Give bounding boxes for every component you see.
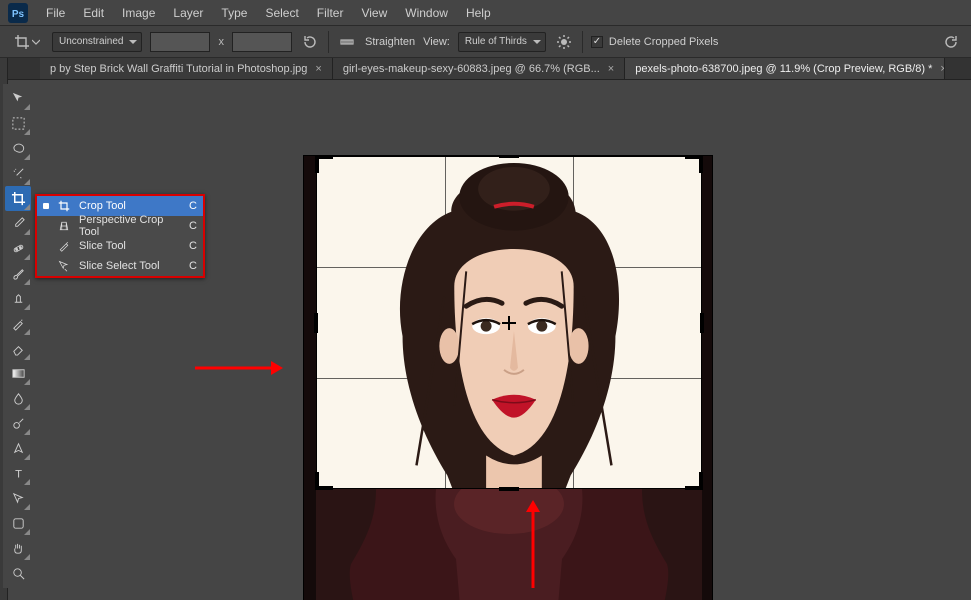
- crop-handle-tr[interactable]: [685, 155, 703, 173]
- reset-crop-icon[interactable]: [941, 32, 961, 52]
- menu-bar: Ps File Edit Image Layer Type Select Fil…: [0, 0, 971, 25]
- lasso-tool[interactable]: [5, 136, 31, 161]
- delete-cropped-label: Delete Cropped Pixels: [609, 36, 718, 48]
- menu-type[interactable]: Type: [221, 6, 247, 20]
- menu-edit[interactable]: Edit: [83, 6, 104, 20]
- dodge-tool[interactable]: [5, 411, 31, 436]
- menu-file[interactable]: File: [46, 6, 65, 20]
- document-canvas[interactable]: [303, 155, 713, 600]
- menu-filter[interactable]: Filter: [317, 6, 344, 20]
- menu-select[interactable]: Select: [265, 6, 298, 20]
- tab-label: pexels-photo-638700.jpeg @ 11.9% (Crop P…: [635, 63, 932, 75]
- tab-label: girl-eyes-makeup-sexy-60883.jpeg @ 66.7%…: [343, 63, 600, 75]
- straighten-button[interactable]: Straighten: [365, 36, 415, 48]
- crop-handle-right[interactable]: [700, 313, 704, 333]
- crop-tool[interactable]: [5, 186, 31, 211]
- crop-height-input[interactable]: [232, 32, 292, 52]
- view-label: View:: [423, 36, 450, 48]
- close-icon[interactable]: ×: [940, 63, 945, 75]
- slice-icon: [57, 240, 71, 252]
- checkbox-icon: [591, 36, 603, 48]
- crop-settings-icon[interactable]: [554, 32, 574, 52]
- perspective-crop-icon: [57, 220, 71, 232]
- crop-icon: [57, 200, 71, 212]
- flyout-shortcut: C: [185, 240, 197, 252]
- photoshop-logo-icon: Ps: [8, 3, 28, 23]
- eyedropper-tool[interactable]: [5, 211, 31, 236]
- eraser-tool[interactable]: [5, 336, 31, 361]
- menu-layer[interactable]: Layer: [173, 6, 203, 20]
- flyout-crop-tool[interactable]: Crop Tool C: [37, 196, 203, 216]
- constraint-select[interactable]: Unconstrained: [52, 32, 142, 52]
- annotation-arrow-up: [523, 500, 543, 590]
- shape-tool[interactable]: [5, 511, 31, 536]
- history-brush-tool[interactable]: [5, 311, 31, 336]
- flyout-label: Slice Tool: [79, 240, 177, 252]
- crop-center-cross-icon: [502, 316, 516, 330]
- spot-heal-tool[interactable]: [5, 236, 31, 261]
- menu-window[interactable]: Window: [405, 6, 448, 20]
- close-icon[interactable]: ×: [608, 63, 614, 75]
- options-bar: Unconstrained x Straighten View: Rule of…: [0, 25, 971, 58]
- type-tool[interactable]: T: [5, 461, 31, 486]
- gradient-tool[interactable]: [5, 361, 31, 386]
- blur-tool[interactable]: [5, 386, 31, 411]
- crop-handle-bottom[interactable]: [499, 487, 519, 491]
- menu-image[interactable]: Image: [122, 6, 155, 20]
- clone-stamp-tool[interactable]: [5, 286, 31, 311]
- flyout-shortcut: C: [185, 220, 197, 232]
- tab-document-3[interactable]: pexels-photo-638700.jpeg @ 11.9% (Crop P…: [625, 58, 945, 79]
- document-tabs: p by Step Brick Wall Graffiti Tutorial i…: [0, 58, 971, 80]
- flyout-label: Crop Tool: [79, 200, 177, 212]
- crop-handle-top[interactable]: [499, 155, 519, 158]
- pen-tool[interactable]: [5, 436, 31, 461]
- flyout-shortcut: C: [185, 200, 197, 212]
- crop-width-input[interactable]: [150, 32, 210, 52]
- brush-tool[interactable]: [5, 261, 31, 286]
- menu-help[interactable]: Help: [466, 6, 491, 20]
- tab-document-2[interactable]: girl-eyes-makeup-sexy-60883.jpeg @ 66.7%…: [333, 58, 625, 79]
- flyout-perspective-crop-tool[interactable]: Perspective Crop Tool C: [37, 216, 203, 236]
- move-tool[interactable]: [5, 86, 31, 111]
- crop-region[interactable]: [316, 156, 702, 489]
- slice-select-icon: [57, 260, 71, 272]
- workspace: [33, 80, 971, 600]
- flyout-label: Slice Select Tool: [79, 260, 177, 272]
- annotation-arrow-right: [193, 358, 283, 378]
- menu-view[interactable]: View: [361, 6, 387, 20]
- straighten-icon[interactable]: [337, 32, 357, 52]
- flyout-shortcut: C: [185, 260, 197, 272]
- delete-cropped-checkbox[interactable]: Delete Cropped Pixels: [591, 36, 718, 48]
- path-select-tool[interactable]: [5, 486, 31, 511]
- flyout-slice-select-tool[interactable]: Slice Select Tool C: [37, 256, 203, 276]
- flyout-label: Perspective Crop Tool: [79, 214, 177, 238]
- flyout-slice-tool[interactable]: Slice Tool C: [37, 236, 203, 256]
- crop-handle-bl[interactable]: [315, 472, 333, 490]
- close-icon[interactable]: ×: [315, 63, 321, 75]
- overlay-select[interactable]: Rule of Thirds: [458, 32, 546, 52]
- tab-label: p by Step Brick Wall Graffiti Tutorial i…: [50, 63, 307, 75]
- tab-document-1[interactable]: p by Step Brick Wall Graffiti Tutorial i…: [40, 58, 333, 79]
- magic-wand-tool[interactable]: [5, 161, 31, 186]
- svg-text:T: T: [15, 468, 22, 480]
- hand-tool[interactable]: [5, 536, 31, 561]
- crop-icon[interactable]: [10, 31, 44, 53]
- crop-handle-tl[interactable]: [315, 155, 333, 173]
- marquee-tool[interactable]: [5, 111, 31, 136]
- reset-aspect-icon[interactable]: [300, 32, 320, 52]
- image-outside-crop: [316, 489, 702, 600]
- crop-handle-left[interactable]: [314, 313, 318, 333]
- crop-tool-flyout: Crop Tool C Perspective Crop Tool C Slic…: [35, 194, 205, 278]
- crop-handle-br[interactable]: [685, 472, 703, 490]
- svg-text:Ps: Ps: [12, 9, 25, 20]
- zoom-tool[interactable]: [5, 561, 31, 586]
- by-separator: x: [218, 36, 224, 48]
- tools-panel: T: [3, 84, 33, 588]
